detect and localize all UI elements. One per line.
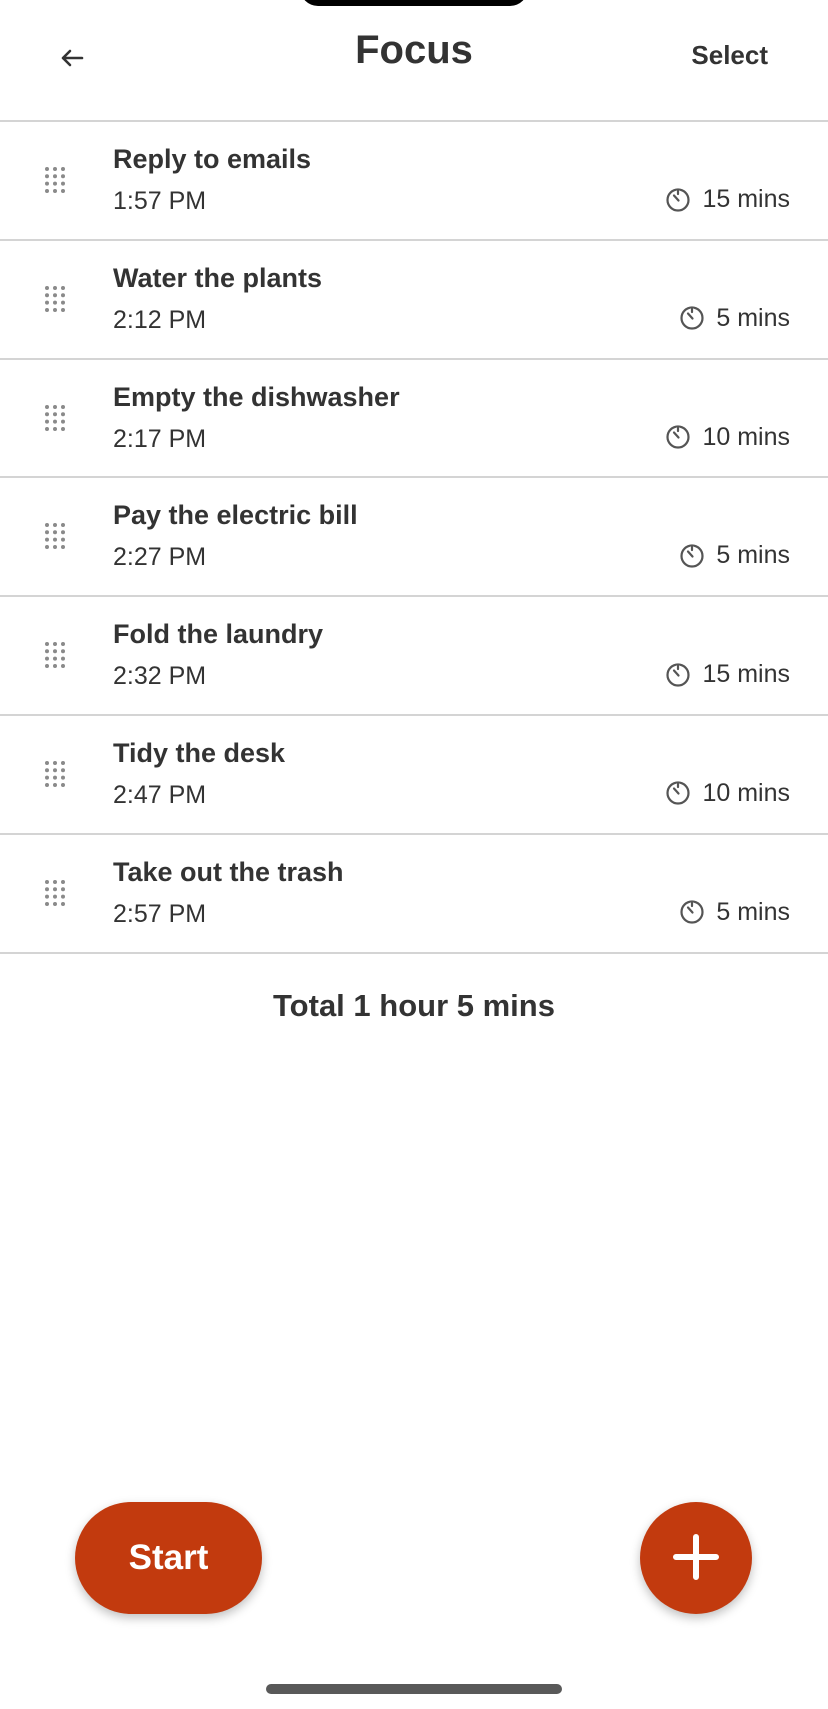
timer-icon — [665, 662, 691, 688]
task-duration-label: 15 mins — [702, 185, 790, 213]
task-row[interactable]: Water the plants 2:12 PM 5 mins — [0, 241, 828, 360]
timer-icon — [679, 305, 705, 331]
timer-icon — [679, 899, 705, 925]
task-duration[interactable]: 10 mins — [665, 423, 790, 452]
drag-handle-icon[interactable] — [44, 285, 66, 313]
drag-handle-icon[interactable] — [44, 879, 66, 907]
drag-handle-icon[interactable] — [44, 404, 66, 432]
task-name: Take out the trash — [113, 856, 344, 887]
task-name: Empty the dishwasher — [113, 381, 400, 412]
drag-handle-icon[interactable] — [44, 760, 66, 788]
total-duration: Total 1 hour 5 mins — [273, 988, 555, 1023]
task-start-time: 2:17 PM — [113, 424, 207, 453]
task-duration[interactable]: 5 mins — [679, 541, 790, 570]
task-start-time: 2:32 PM — [113, 662, 207, 691]
add-task-button[interactable] — [640, 1502, 752, 1614]
drag-handle-icon[interactable] — [44, 166, 66, 194]
task-name: Water the plants — [113, 262, 323, 293]
task-duration-label: 5 mins — [716, 541, 790, 570]
task-duration-label: 5 mins — [716, 303, 790, 332]
drag-handle-icon[interactable] — [44, 522, 66, 550]
task-name: Pay the electric bill — [113, 500, 358, 531]
task-row[interactable]: Pay the electric bill 2:27 PM 5 mins — [0, 478, 828, 598]
task-duration[interactable]: 10 mins — [665, 779, 790, 808]
nav-header: Focus Select — [0, 0, 828, 122]
task-start-time: 2:57 PM — [113, 899, 207, 928]
task-start-time: 2:12 PM — [113, 305, 207, 334]
plus-icon — [672, 1533, 720, 1584]
task-duration-label: 5 mins — [716, 897, 790, 926]
task-row[interactable]: Fold the laundry 2:32 PM 15 mins — [0, 597, 828, 716]
task-list: Reply to emails 1:57 PM 15 mins Water th… — [0, 122, 828, 954]
task-row[interactable]: Reply to emails 1:57 PM 15 mins — [0, 122, 828, 241]
drag-handle-icon[interactable] — [44, 641, 66, 669]
task-row[interactable]: Take out the trash 2:57 PM 5 mins — [0, 835, 828, 954]
arrow-left-icon — [60, 48, 84, 73]
task-name: Tidy the desk — [113, 737, 286, 768]
task-duration-label: 10 mins — [702, 422, 790, 451]
task-row[interactable]: Tidy the desk 2:47 PM 10 mins — [0, 716, 828, 835]
task-duration-label: 10 mins — [702, 778, 790, 807]
start-button[interactable]: Start — [75, 1502, 262, 1614]
home-indicator — [266, 1684, 562, 1694]
task-start-time: 2:47 PM — [113, 780, 207, 809]
timer-icon — [665, 424, 691, 450]
task-row[interactable]: Empty the dishwasher 2:17 PM 10 mins — [0, 360, 828, 479]
task-name: Fold the laundry — [113, 619, 324, 650]
timer-icon — [679, 543, 705, 569]
task-duration[interactable]: 15 mins — [665, 185, 790, 214]
task-duration-label: 15 mins — [702, 660, 790, 689]
select-button[interactable]: Select — [691, 40, 768, 71]
task-name: Reply to emails — [113, 144, 312, 174]
timer-icon — [665, 187, 691, 213]
timer-icon — [665, 780, 691, 806]
task-start-time: 1:57 PM — [113, 187, 207, 215]
back-button[interactable] — [48, 36, 96, 84]
task-duration[interactable]: 5 mins — [679, 304, 790, 333]
task-duration[interactable]: 15 mins — [665, 660, 790, 689]
task-start-time: 2:27 PM — [113, 543, 207, 572]
task-duration[interactable]: 5 mins — [679, 898, 790, 927]
